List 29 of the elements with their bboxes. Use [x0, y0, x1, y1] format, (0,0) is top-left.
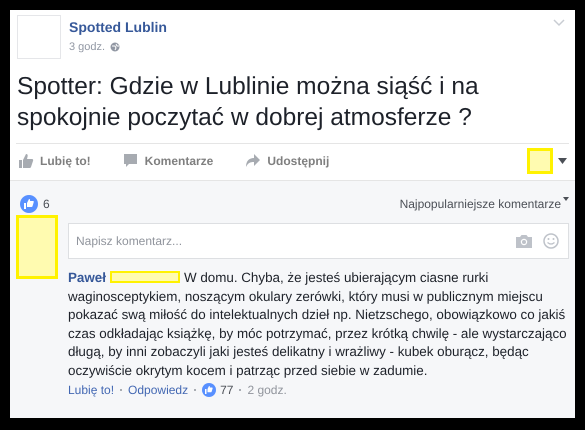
globe-icon [110, 42, 120, 52]
post-text: Spotter: Gdzie w Lublinie można siąść i na spokojnie poczytać w dobrej atmosferze ? [16, 72, 480, 133]
caret-down-icon [558, 158, 567, 164]
author-link[interactable]: Paweł [68, 270, 106, 285]
thumbs-up-icon [202, 383, 216, 397]
like-link[interactable]: Lubię to! [68, 383, 114, 397]
redaction-box [527, 148, 553, 174]
action-button[interactable]: Komentarze [120, 149, 244, 173]
thumbs-up-icon [20, 195, 38, 213]
page-name-link[interactable]: Spotted Lublin [69, 19, 167, 35]
comment-field[interactable]: Napisz komentarz... [68, 223, 569, 259]
comment-text: Paweł W domu. Chyba, że jesteś ubierającym ciasne rurki waginosceptykiem, noszącym okulary zerówki, który musi w publicznym miejscu pokazać swą miłość do intelektualnych dzieł np. Nietzschego, obowiązkowo co jakiś czas odkładając książkę, by móc potrzymać, przez krótką chwilę - ale wystarczająco długą, by inni zobaczyli jaki jesteś delikatny i wrażliwy - kubek oburącz, będąc oczywiście okrytym kocem i patrząc przed siebie w zadumie. [68, 269, 568, 380]
like-count-text: 6 [43, 197, 50, 211]
smiley-icon [543, 233, 559, 249]
chevron-down-icon [553, 19, 565, 27]
action-button[interactable]: Udostępnij [243, 149, 360, 173]
thumbs-up-icon [18, 153, 34, 169]
share-arrow-icon [245, 153, 262, 169]
redaction-box [16, 215, 58, 279]
comment-like-count: 77 [220, 383, 234, 397]
caret-down-icon [563, 197, 569, 201]
action-button[interactable]: Lubię to! [16, 149, 121, 173]
speech-bubble-icon [122, 153, 139, 169]
page-avatar [17, 15, 61, 59]
sort-dropdown[interactable]: Najpopularniejsze komentarze [400, 197, 569, 211]
redaction-box [110, 271, 180, 283]
comment-time: 2 godz. [247, 383, 287, 397]
post-time: 3 godz. [69, 41, 106, 53]
reply-link[interactable]: Odpowiedz [128, 383, 188, 397]
